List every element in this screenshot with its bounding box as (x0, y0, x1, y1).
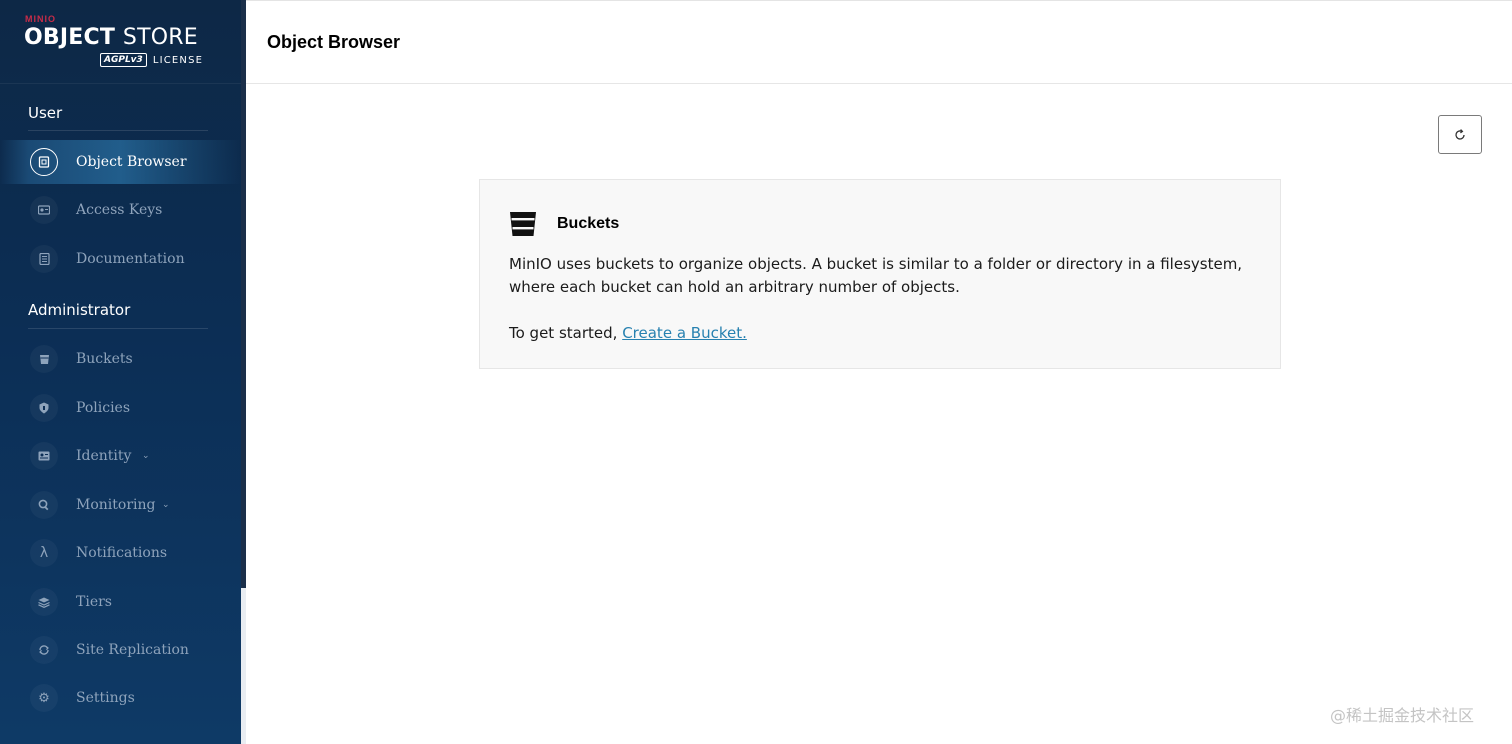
replication-icon (30, 636, 58, 664)
buckets-info-card: Buckets MinIO uses buckets to organize o… (479, 179, 1281, 369)
sidebar-item-settings[interactable]: ⚙ Settings (0, 676, 241, 720)
section-title-user: User (28, 104, 63, 122)
sidebar-item-label: Policies (76, 400, 131, 416)
bucket-icon (510, 212, 536, 236)
sidebar-item-site-replication[interactable]: Site Replication (0, 628, 241, 672)
section-divider (28, 130, 208, 131)
license-badge: AGPLv3 (100, 53, 147, 67)
sidebar-item-label: Monitoring (76, 497, 156, 513)
cta-prefix: To get started, (509, 324, 618, 342)
sidebar-item-label: Object Browser (76, 154, 187, 170)
card-title: Buckets (557, 215, 620, 232)
logo-title: OBJECT STORE (24, 25, 198, 50)
section-title-administrator: Administrator (28, 301, 131, 319)
sidebar-item-documentation[interactable]: Documentation (0, 237, 241, 281)
sidebar-item-buckets[interactable]: Buckets (0, 337, 241, 381)
logo[interactable]: MINIO OBJECT STORE AGPLv3 LICENSE (0, 0, 241, 84)
sidebar-item-label: Settings (76, 690, 135, 706)
logo-brand: MINIO (25, 14, 56, 24)
chevron-down-icon[interactable]: ⌄ (162, 500, 170, 510)
sidebar-item-object-browser[interactable]: Object Browser (0, 140, 241, 184)
sidebar-item-label: Buckets (76, 351, 133, 367)
tiers-icon (30, 588, 58, 616)
chevron-down-icon[interactable]: ⌄ (142, 451, 150, 461)
card-description: MinIO uses buckets to organize objects. … (509, 255, 1243, 296)
page-title: Object Browser (267, 32, 401, 52)
sidebar-item-tiers[interactable]: Tiers (0, 580, 241, 624)
bucket-icon (30, 345, 58, 373)
sidebar: MINIO OBJECT STORE AGPLv3 LICENSE User O… (0, 0, 241, 744)
refresh-button[interactable] (1438, 115, 1482, 154)
object-browser-icon (30, 148, 58, 176)
sidebar-scrollbar-thumb[interactable] (241, 588, 246, 744)
logo-title-bold: OBJECT (24, 25, 116, 50)
card-cta: To get started, Create a Bucket. (509, 324, 747, 342)
access-keys-icon (30, 196, 58, 224)
documentation-icon (30, 245, 58, 273)
shield-icon (30, 394, 58, 422)
sidebar-item-label: Identity (76, 448, 132, 464)
sidebar-item-label: Documentation (76, 251, 185, 267)
logo-subtitle: AGPLv3 LICENSE (100, 53, 203, 67)
section-divider (28, 328, 208, 329)
logo-title-light: STORE (122, 25, 198, 50)
monitoring-icon (30, 491, 58, 519)
lambda-icon: λ (30, 539, 58, 567)
sidebar-item-monitoring[interactable]: Monitoring ⌄ (0, 483, 241, 527)
sidebar-item-label: Site Replication (76, 642, 189, 658)
sidebar-item-label: Access Keys (76, 202, 163, 218)
watermark: @稀土掘金技术社区 (1330, 706, 1475, 725)
page-header: Object Browser (246, 0, 1512, 84)
sidebar-item-access-keys[interactable]: Access Keys (0, 188, 241, 232)
create-bucket-link[interactable]: Create a Bucket. (622, 324, 747, 342)
sidebar-item-policies[interactable]: Policies (0, 386, 241, 430)
sidebar-item-notifications[interactable]: λ Notifications (0, 531, 241, 575)
identity-icon (30, 442, 58, 470)
refresh-icon (1455, 128, 1465, 140)
gear-icon: ⚙ (30, 684, 58, 712)
sidebar-item-label: Notifications (76, 545, 168, 561)
license-label: LICENSE (152, 54, 204, 66)
sidebar-item-identity[interactable]: Identity ⌄ (0, 434, 241, 478)
sidebar-item-label: Tiers (76, 594, 112, 610)
